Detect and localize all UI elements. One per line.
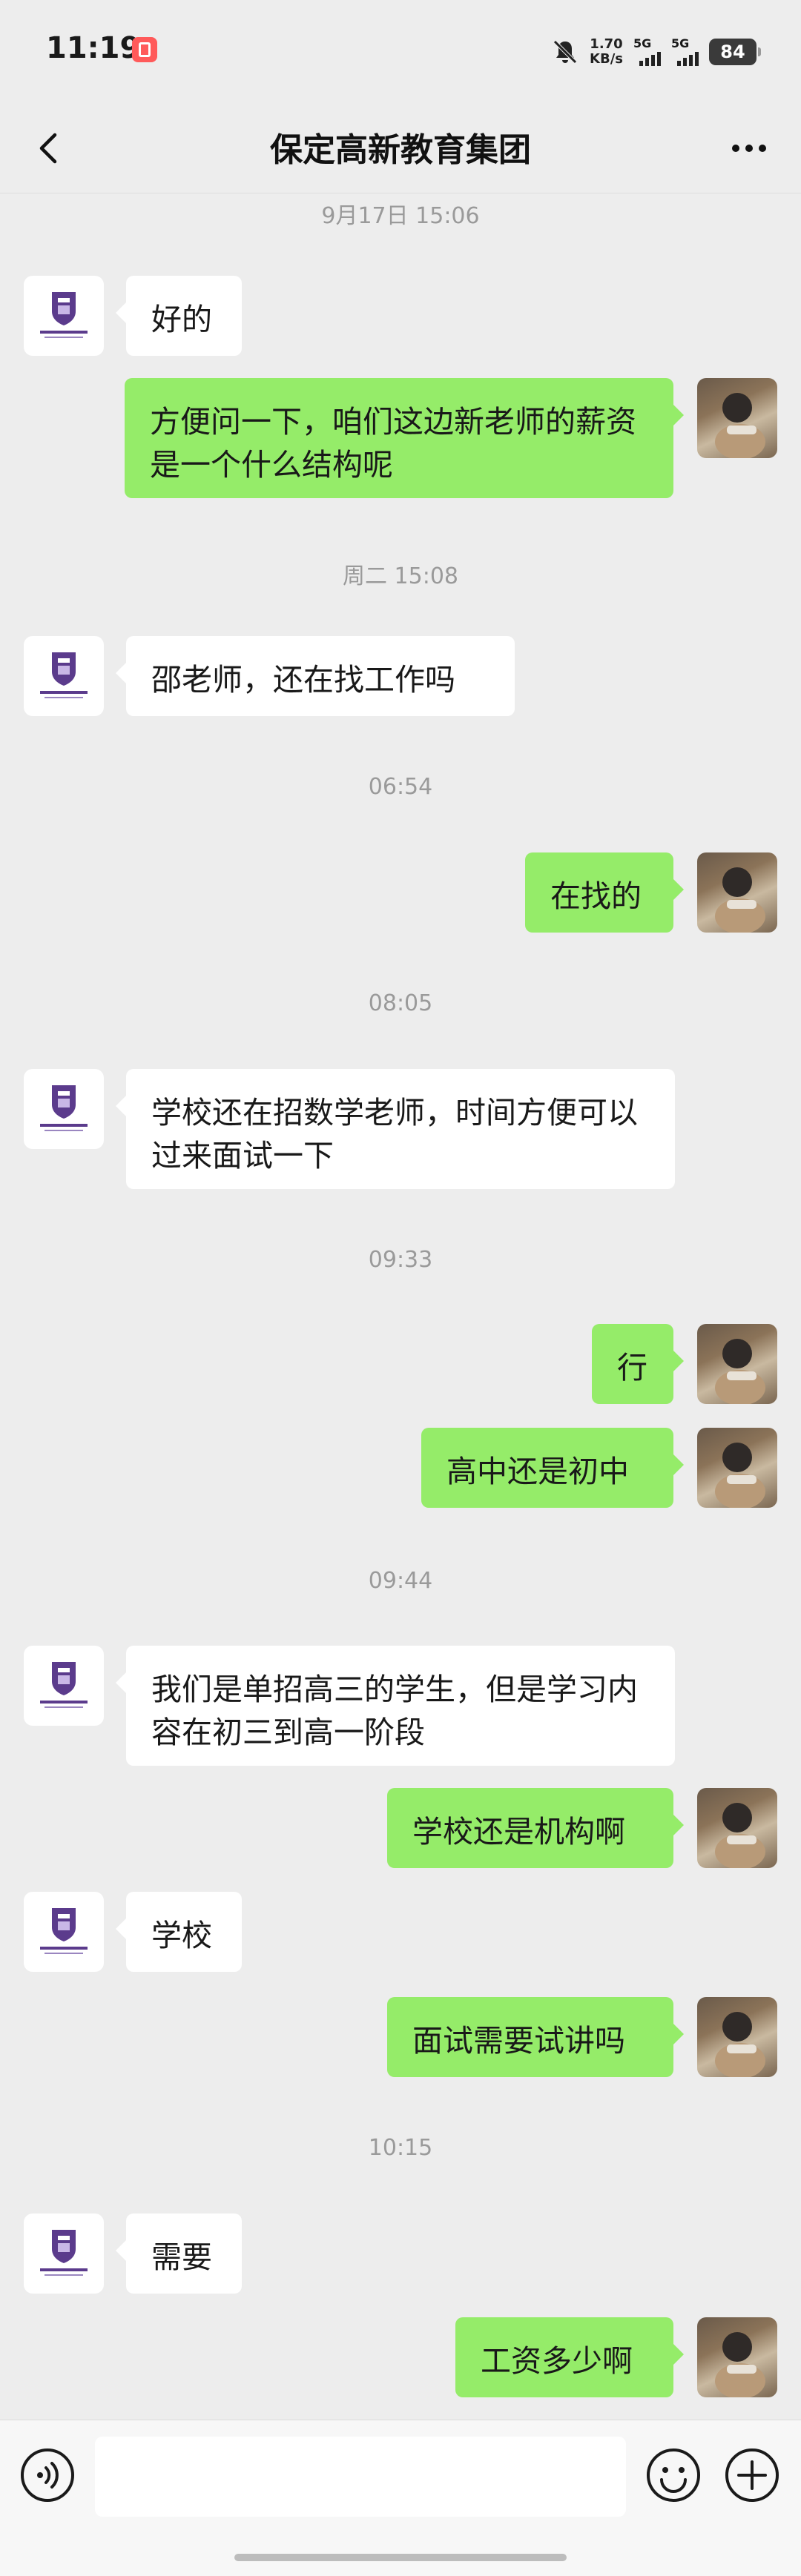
message-text: 面试需要试讲吗	[412, 2023, 625, 2059]
contact-avatar[interactable]	[24, 1892, 104, 1972]
chat-input-bar	[0, 2420, 801, 2576]
signal-sim2: 5G	[671, 38, 699, 66]
user-photo-icon	[715, 393, 765, 458]
user-photo-icon	[715, 867, 765, 933]
message-bubble-received[interactable]: 好的	[116, 276, 242, 356]
user-photo-icon	[715, 1803, 765, 1868]
message-text: 好的	[151, 302, 212, 337]
status-icons: 1.70 KB/s 5G 5G 84	[551, 30, 761, 74]
school-logo-icon	[40, 652, 88, 698]
school-logo-icon	[40, 1662, 88, 1708]
user-photo-icon	[715, 1339, 765, 1404]
school-logo-icon	[40, 1085, 88, 1131]
message-text: 需要	[151, 2239, 212, 2275]
status-time: 11:19	[46, 31, 141, 65]
message-text: 学校	[151, 1918, 212, 1953]
message-text: 方便问一下，咱们这边新老师的薪资是一个什么结构呢	[150, 404, 636, 483]
message-bubble-sent[interactable]: 在找的	[525, 852, 684, 933]
message-bubble-received[interactable]: 学校	[116, 1892, 242, 1972]
signal-bars-icon	[639, 50, 661, 66]
timestamp: 09:33	[368, 1247, 433, 1273]
message-bubble-received[interactable]: 我们是单招高三的学生，但是学习内容在初三到高一阶段	[116, 1646, 675, 1766]
self-avatar[interactable]	[697, 1428, 777, 1508]
timestamp: 9月17日 15:06	[321, 203, 480, 229]
home-indicator[interactable]	[234, 2554, 567, 2561]
timestamp: 09:44	[368, 1568, 433, 1594]
message-bubble-sent[interactable]: 面试需要试讲吗	[387, 1997, 684, 2077]
contact-avatar[interactable]	[24, 2214, 104, 2294]
timestamp: 周二 15:08	[343, 563, 458, 589]
notification-app-icon	[132, 37, 157, 62]
self-avatar[interactable]	[697, 1788, 777, 1868]
timestamp: 06:54	[368, 774, 433, 800]
contact-avatar[interactable]	[24, 636, 104, 716]
message-bubble-received[interactable]: 需要	[116, 2214, 242, 2294]
net-speed: 1.70 KB/s	[590, 36, 623, 67]
contact-avatar[interactable]	[24, 276, 104, 356]
signal-bars-icon	[677, 50, 699, 66]
emoji-icon[interactable]	[645, 2447, 702, 2503]
message-text: 学校还是机构啊	[412, 1814, 625, 1850]
user-photo-icon	[715, 2332, 765, 2397]
message-text: 工资多少啊	[481, 2343, 633, 2379]
message-bubble-sent[interactable]: 行	[592, 1324, 684, 1404]
message-bubble-sent[interactable]: 方便问一下，咱们这边新老师的薪资是一个什么结构呢	[125, 378, 684, 498]
self-avatar[interactable]	[697, 1324, 777, 1404]
chat-title: 保定高新教育集团	[270, 131, 531, 169]
status-bar: 11:19 1.70 KB/s 5G 5G 84	[0, 0, 801, 104]
battery-icon: 84	[709, 39, 761, 65]
message-bubble-sent[interactable]: 学校还是机构啊	[387, 1788, 684, 1868]
message-bubble-sent[interactable]: 高中还是初中	[421, 1428, 684, 1508]
more-options-icon[interactable]	[727, 129, 771, 168]
timestamp: 10:15	[368, 2135, 433, 2161]
contact-avatar[interactable]	[24, 1069, 104, 1149]
message-text: 邵老师，还在找工作吗	[151, 662, 455, 698]
signal-sim1: 5G	[633, 38, 661, 66]
user-photo-icon	[715, 1443, 765, 1508]
plus-icon[interactable]	[724, 2447, 780, 2503]
mute-bell-icon	[553, 40, 577, 64]
chat-header: 保定高新教育集团	[0, 104, 801, 193]
school-logo-icon	[40, 292, 88, 338]
message-bubble-received[interactable]: 邵老师，还在找工作吗	[116, 636, 515, 716]
message-text: 行	[617, 1350, 647, 1385]
user-photo-icon	[715, 2012, 765, 2077]
message-text: 高中还是初中	[446, 1454, 629, 1489]
school-logo-icon	[40, 1908, 88, 1954]
timestamp: 08:05	[368, 990, 433, 1016]
message-text: 在找的	[550, 878, 642, 914]
school-logo-icon	[40, 2230, 88, 2276]
self-avatar[interactable]	[697, 378, 777, 458]
message-bubble-received[interactable]: 学校还在招数学老师，时间方便可以过来面试一下	[116, 1069, 675, 1189]
message-input[interactable]	[95, 2437, 626, 2517]
self-avatar[interactable]	[697, 852, 777, 933]
message-text: 学校还在招数学老师，时间方便可以过来面试一下	[151, 1095, 638, 1173]
self-avatar[interactable]	[697, 1997, 777, 2077]
message-bubble-sent[interactable]: 工资多少啊	[455, 2317, 684, 2397]
voice-icon[interactable]	[19, 2447, 76, 2503]
contact-avatar[interactable]	[24, 1646, 104, 1726]
message-text: 我们是单招高三的学生，但是学习内容在初三到高一阶段	[151, 1672, 638, 1750]
self-avatar[interactable]	[697, 2317, 777, 2397]
